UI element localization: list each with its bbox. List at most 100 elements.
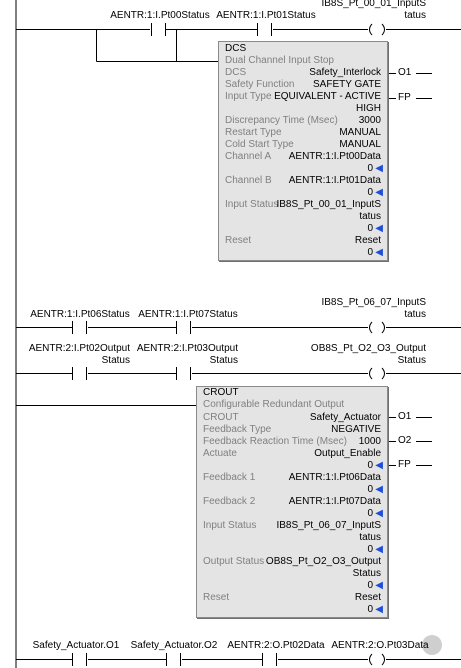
live-value: 0 (367, 580, 373, 591)
contact-tag[interactable]: AENTR:2:O.Pt02Data (226, 640, 326, 652)
live-value: 0 (367, 508, 373, 519)
contact-symbol (151, 23, 166, 36)
crout-instruction-block[interactable]: CROUT Configurable Redundant Output CROU… (196, 386, 388, 618)
param-label: Reset (203, 592, 230, 603)
coil-symbol (369, 23, 373, 36)
param-value[interactable]: MANUAL (339, 139, 381, 151)
param-label: CROUT (203, 412, 239, 423)
contact-tag[interactable]: AENTR:1:I.Pt06Status (30, 309, 130, 321)
param-label: Discrepancy Time (Msec) (225, 115, 338, 126)
param-value[interactable]: 3000 (359, 115, 381, 127)
live-value: 0 (367, 484, 373, 495)
param-label: Restart Type (225, 127, 282, 138)
param-value[interactable]: MANUAL (339, 127, 381, 139)
param-label: Input Status (203, 520, 257, 531)
param-label: Input Status (225, 199, 279, 210)
live-value: 0 (367, 187, 373, 198)
contact-symbol (72, 367, 87, 380)
contact-symbol (257, 23, 272, 36)
param-value-cont: tatus (359, 211, 381, 222)
param-label: Feedback Type (203, 424, 272, 435)
param-value[interactable]: Reset (355, 592, 381, 604)
contact-tag[interactable]: AENTR:2:I.Pt03Output (128, 343, 238, 355)
param-value[interactable]: Output_Enable (314, 448, 381, 460)
arrow-left-icon: ◀ (375, 187, 383, 198)
contact-tag-cont: Status (209, 355, 238, 366)
param-label: Channel B (225, 175, 272, 186)
coil-tag-cont: tatus (404, 10, 426, 21)
param-value-cont: tatus (359, 532, 381, 543)
coil-tag[interactable]: IB8S_Pt_00_01_InputS (300, 0, 426, 10)
arrow-left-icon: ◀ (375, 247, 383, 258)
arrow-left-icon: ◀ (375, 604, 383, 615)
contact-tag[interactable]: AENTR:1:I.Pt00Status (110, 10, 210, 22)
contact-tag[interactable]: AENTR:2:O.Pt03Data (330, 640, 430, 652)
param-value[interactable]: NEGATIVE (331, 424, 381, 436)
param-value[interactable]: IB8S_Pt_06_07_InputS (276, 520, 381, 532)
live-value: 0 (367, 460, 373, 471)
contact-symbol (176, 367, 191, 380)
param-label: Feedback 2 (203, 496, 256, 507)
block-description: Configurable Redundant Output (203, 399, 345, 410)
live-value: 0 (367, 604, 373, 615)
param-value[interactable]: Reset (355, 235, 381, 247)
param-value[interactable]: 1000 (359, 436, 381, 448)
arrow-left-icon: ◀ (375, 223, 383, 234)
param-value[interactable]: AENTR:1:I.Pt01Data (289, 175, 381, 187)
output-pin-o1[interactable]: O1 (398, 411, 411, 423)
param-label: Feedback Reaction Time (Msec) (203, 436, 347, 447)
coil-tag-cont: Status (397, 355, 426, 366)
contact-tag-cont: Status (101, 355, 130, 366)
coil-tag-cont: tatus (404, 309, 426, 320)
param-label: Actuate (203, 448, 237, 459)
param-label: Reset (225, 235, 252, 246)
output-pin-o1[interactable]: O1 (398, 67, 411, 79)
param-value[interactable]: Safety_Interlock (309, 67, 381, 79)
live-value: 0 (367, 544, 373, 555)
param-value[interactable]: EQUIVALENT - ACTIVE (274, 91, 381, 103)
coil-symbol (369, 321, 373, 334)
param-value[interactable]: SAFETY GATE (313, 79, 381, 91)
param-value[interactable]: AENTR:1:I.Pt06Data (289, 472, 381, 484)
param-value: HIGH (356, 103, 381, 114)
arrow-left-icon: ◀ (375, 544, 383, 555)
param-label: Output Status (203, 556, 265, 567)
contact-symbol (176, 321, 191, 334)
param-value[interactable]: IB8S_Pt_00_01_InputS (276, 199, 381, 211)
arrow-left-icon: ◀ (375, 484, 383, 495)
contact-symbol (262, 653, 277, 666)
coil-symbol (369, 367, 373, 380)
param-label: DCS (225, 67, 247, 78)
output-pin-fp[interactable]: FP (398, 459, 411, 471)
arrow-left-icon: ◀ (375, 163, 383, 174)
coil-tag[interactable]: IB8S_Pt_06_07_InputS (300, 297, 426, 309)
param-label: Input Type (225, 91, 272, 102)
block-type: CROUT (203, 387, 239, 398)
coil-symbol (369, 653, 373, 666)
live-value: 0 (367, 247, 373, 258)
live-value: 0 (367, 163, 373, 174)
param-value[interactable]: AENTR:1:I.Pt00Data (289, 151, 381, 163)
param-label: Feedback 1 (203, 472, 256, 483)
dcs-instruction-block[interactable]: DCS Dual Channel Input Stop DCS Safety_In… (218, 41, 388, 261)
param-label: Cold Start Type (225, 139, 294, 150)
contact-tag[interactable]: AENTR:1:I.Pt07Status (138, 309, 238, 321)
contact-tag[interactable]: AENTR:2:I.Pt02Output (20, 343, 130, 355)
output-pin-fp[interactable]: FP (398, 92, 411, 104)
param-label: Channel A (225, 151, 272, 162)
arrow-left-icon: ◀ (375, 580, 383, 591)
block-description: Dual Channel Input Stop (225, 55, 334, 66)
contact-tag[interactable]: Safety_Actuator.O1 (26, 640, 126, 652)
block-type: DCS (225, 43, 247, 54)
param-value[interactable]: Safety_Actuator (310, 412, 381, 424)
live-value: 0 (367, 223, 373, 234)
contact-tag[interactable]: Safety_Actuator.O2 (124, 640, 224, 652)
param-value[interactable]: OB8S_Pt_O2_O3_Output (266, 556, 381, 568)
param-value[interactable]: AENTR:1:I.Pt07Data (289, 496, 381, 508)
coil-tag[interactable]: OB8S_Pt_O2_O3_Output (296, 343, 426, 355)
output-pin-o2[interactable]: O2 (398, 435, 411, 447)
contact-symbol (166, 653, 181, 666)
param-value-cont: Status (352, 568, 381, 579)
arrow-left-icon: ◀ (375, 460, 383, 471)
contact-symbol (72, 653, 87, 666)
